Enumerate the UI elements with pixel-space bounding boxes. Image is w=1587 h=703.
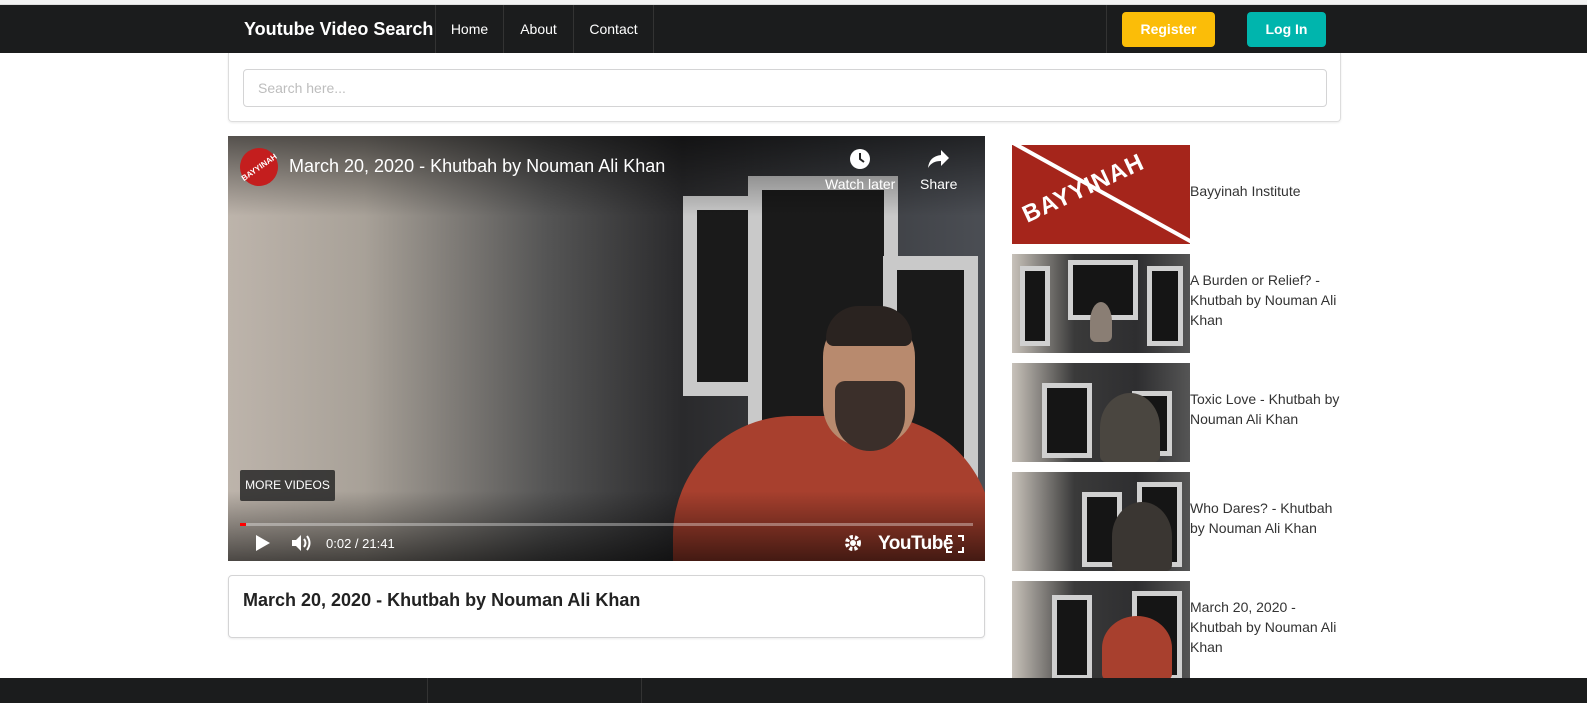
sidebar-item-label[interactable]: Who Dares? - Khutbah by Nouman Ali Khan [1190, 498, 1350, 538]
nav-contact[interactable]: Contact [573, 5, 654, 53]
thumb-frame [1020, 266, 1050, 346]
time-display: 0:02 / 21:41 [326, 536, 395, 551]
thumb-frame [1042, 383, 1092, 458]
more-videos-button[interactable]: MORE VIDEOS [240, 470, 335, 501]
sidebar-item-label[interactable]: A Burden or Relief? - Khutbah by Nouman … [1190, 270, 1350, 330]
video-player[interactable]: BAYYINAH March 20, 2020 - Khutbah by Nou… [228, 136, 985, 561]
speaker-beard [835, 381, 905, 451]
login-button[interactable]: Log In [1247, 12, 1326, 47]
video-title-card: March 20, 2020 - Khutbah by Nouman Ali K… [228, 575, 985, 638]
site-brand[interactable]: Youtube Video Search [244, 5, 433, 53]
progress-bar[interactable] [240, 523, 973, 526]
thumb-speaker [1112, 502, 1172, 571]
thumbnail-scene [1012, 363, 1190, 462]
play-button[interactable] [254, 533, 272, 558]
fullscreen-button[interactable] [946, 535, 964, 558]
settings-button[interactable] [844, 534, 862, 557]
thumb-speaker [1090, 302, 1112, 342]
volume-icon [292, 535, 311, 551]
video-title: March 20, 2020 - Khutbah by Nouman Ali K… [243, 590, 641, 610]
register-button[interactable]: Register [1122, 12, 1215, 47]
thumb-frame [1147, 266, 1183, 346]
share-label: Share [920, 176, 958, 192]
video-thumbnail[interactable] [1012, 472, 1190, 571]
thumb-speaker [1100, 393, 1160, 462]
footer-bar [0, 678, 1587, 703]
sidebar-item-burden-or-relief[interactable]: A Burden or Relief? - Khutbah by Nouman … [1012, 254, 1352, 353]
progress-fill [240, 523, 246, 526]
thumb-speaker [1102, 616, 1172, 680]
bayyinah-logo: BAYYINAH [1012, 145, 1190, 244]
clock-icon [850, 149, 871, 169]
footer-divider [427, 678, 428, 703]
search-input[interactable] [243, 69, 1327, 107]
watch-later-label: Watch later [825, 176, 896, 192]
share-arrow-icon [927, 150, 949, 168]
thumbnail-scene [1012, 472, 1190, 571]
sidebar-item-label[interactable]: Bayyinah Institute [1190, 181, 1350, 201]
video-thumbnail[interactable] [1012, 254, 1190, 353]
watch-later-button[interactable]: Watch later [825, 148, 895, 192]
sidebar-item-toxic-love[interactable]: Toxic Love - Khutbah by Nouman Ali Khan [1012, 363, 1352, 462]
thumbnail-scene [1012, 581, 1190, 680]
thumbnail-scene [1012, 254, 1190, 353]
sidebar-item-label[interactable]: March 20, 2020 - Khutbah by Nouman Ali K… [1190, 597, 1350, 657]
footer-divider [641, 678, 642, 703]
volume-button[interactable] [290, 533, 314, 558]
share-button[interactable]: Share [920, 148, 957, 192]
nav-about[interactable]: About [503, 5, 573, 53]
search-card [228, 53, 1341, 122]
video-thumbnail[interactable]: BAYYINAH [1012, 145, 1190, 244]
sidebar-item-bayyinah[interactable]: BAYYINAH Bayyinah Institute [1012, 145, 1352, 244]
player-video-title[interactable]: March 20, 2020 - Khutbah by Nouman Ali K… [289, 156, 665, 177]
play-icon [256, 535, 270, 551]
fullscreen-icon [946, 535, 964, 553]
logo-text: BAYYINAH [1018, 148, 1149, 229]
top-navbar: Youtube Video Search Home About Contact … [0, 5, 1587, 53]
nav-divider [1106, 5, 1107, 53]
settings-gear-icon [845, 535, 861, 551]
video-thumbnail[interactable] [1012, 363, 1190, 462]
video-thumbnail[interactable] [1012, 581, 1190, 680]
sidebar-item-march-20-2020[interactable]: March 20, 2020 - Khutbah by Nouman Ali K… [1012, 581, 1352, 680]
speaker-hair [826, 306, 912, 346]
thumb-frame [1052, 595, 1092, 680]
nav-home[interactable]: Home [435, 5, 503, 53]
youtube-logo[interactable]: YouTube [878, 533, 953, 555]
sidebar-item-who-dares[interactable]: Who Dares? - Khutbah by Nouman Ali Khan [1012, 472, 1352, 571]
sidebar-item-label[interactable]: Toxic Love - Khutbah by Nouman Ali Khan [1190, 389, 1350, 429]
